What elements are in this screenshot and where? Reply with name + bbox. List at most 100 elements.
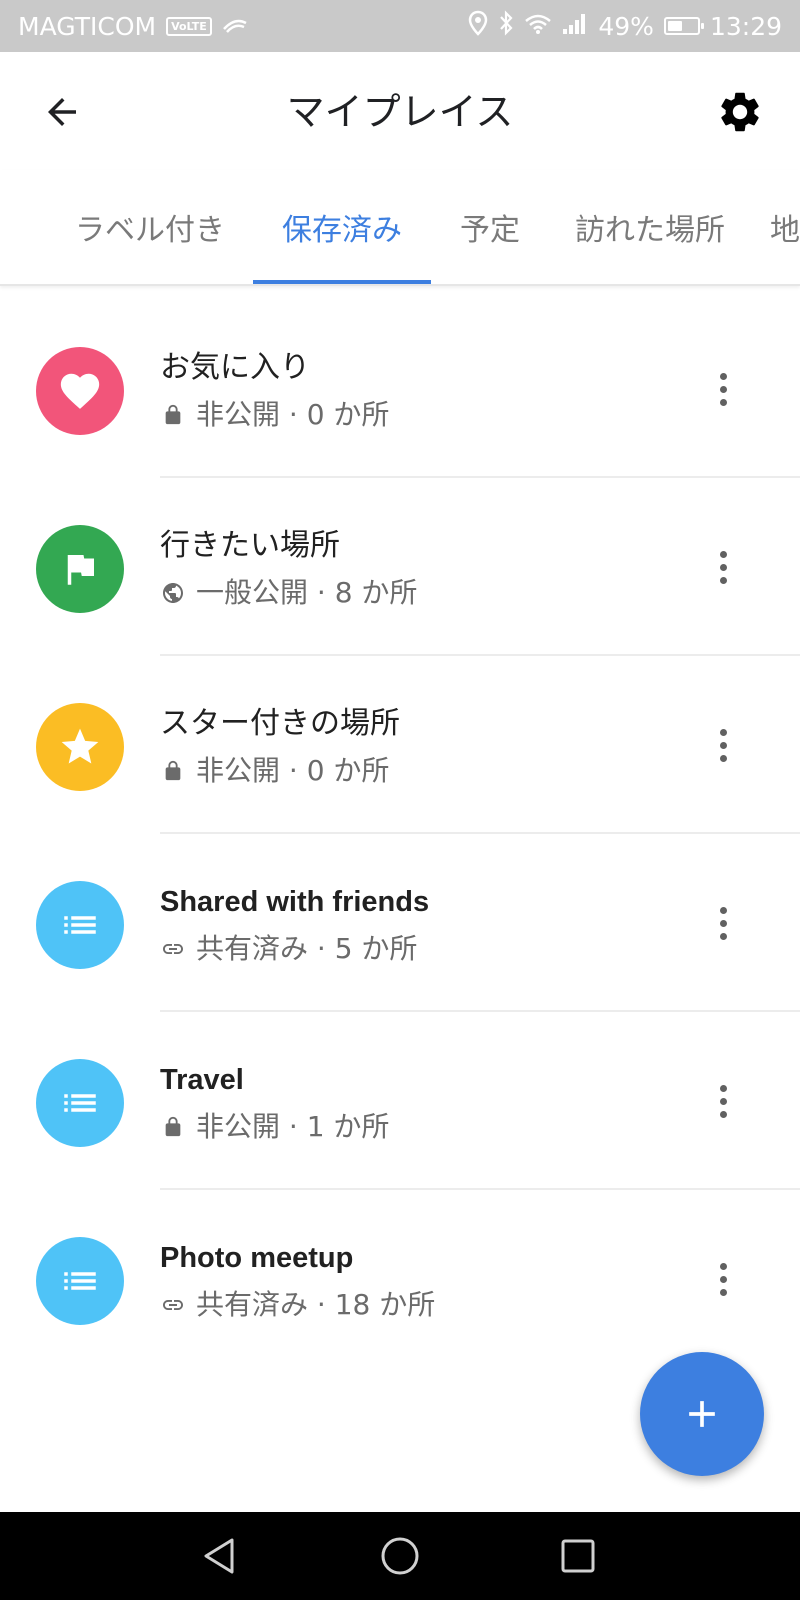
- more-vert-dot: [719, 385, 727, 393]
- list-meta-text: 非公開 · 0 か所: [196, 754, 390, 787]
- lock-icon: [160, 402, 186, 428]
- list-icon: [64, 1272, 96, 1290]
- list-title: Photo meetup: [160, 1242, 354, 1274]
- link-icon: [160, 936, 186, 962]
- tab-labeled[interactable]: ラベル付き: [60, 170, 240, 284]
- list-title: Travel: [160, 1064, 244, 1096]
- nav-home-button[interactable]: [370, 1526, 430, 1586]
- list-avatar: [36, 1059, 124, 1147]
- list-icon: [64, 916, 96, 934]
- plus-icon: [689, 1401, 715, 1427]
- more-vert-dot: [719, 919, 727, 927]
- bluetooth-icon: [498, 10, 514, 42]
- app-bar: マイプレイス: [0, 52, 800, 170]
- tab-bar: ラベル付き 保存済み 予定 訪れた場所 地: [0, 170, 800, 286]
- more-options-button[interactable]: [698, 1254, 748, 1304]
- list-title: Shared with friends: [160, 886, 430, 918]
- wifi-calling-icon: [222, 12, 248, 41]
- more-vert-dot: [719, 576, 727, 584]
- more-vert-dot: [719, 1275, 727, 1283]
- more-vert-dot: [719, 741, 727, 749]
- list-meta: 非公開 · 1 か所: [160, 1108, 389, 1146]
- list-avatar: [36, 347, 124, 435]
- wifi-icon: [524, 12, 552, 41]
- list-meta-text: 共有済み · 18 か所: [196, 1288, 436, 1321]
- active-tab-indicator: [253, 280, 431, 284]
- list-icon: [64, 1094, 96, 1112]
- list-item-favorites[interactable]: お気に入り 非公開 · 0 か所: [0, 300, 800, 478]
- lock-icon: [160, 758, 186, 784]
- list-meta: 非公開 · 0 か所: [160, 396, 389, 434]
- status-right: 49% 13:29: [468, 10, 782, 42]
- list-title: スター付きの場所: [160, 706, 400, 741]
- more-vert-dot: [719, 932, 727, 940]
- list-avatar: [36, 525, 124, 613]
- list-avatar: [36, 703, 124, 791]
- more-options-button[interactable]: [698, 1076, 748, 1126]
- list-item-travel[interactable]: Travel 非公開 · 1 か所: [0, 1012, 800, 1190]
- clock: 13:29: [709, 11, 782, 41]
- saved-lists: お気に入り 非公開 · 0 か所 行きたい場所 一般公開 · 8 か所 スター付…: [0, 300, 800, 1368]
- list-meta-text: 共有済み · 5 か所: [196, 932, 418, 965]
- list-title: お気に入り: [160, 350, 310, 385]
- list-title: 行きたい場所: [160, 528, 340, 563]
- tab-visited[interactable]: 訪れた場所: [560, 170, 740, 284]
- more-options-button[interactable]: [698, 898, 748, 948]
- gear-icon: [721, 92, 759, 132]
- tab-maps[interactable]: 地: [770, 170, 800, 284]
- volte-badge: VoLTE: [166, 16, 212, 36]
- new-list-fab[interactable]: [640, 1352, 764, 1476]
- more-vert-icon: [719, 550, 727, 558]
- tab-planned[interactable]: 予定: [446, 170, 534, 284]
- link-icon: [160, 1292, 186, 1318]
- carrier-name: MAGTICOM: [18, 11, 157, 41]
- lock-icon: [160, 1114, 186, 1140]
- list-item-starred-places[interactable]: スター付きの場所 非公開 · 0 か所: [0, 656, 800, 834]
- list-item-photo-meetup[interactable]: Photo meetup 共有済み · 18 か所: [0, 1190, 800, 1368]
- list-meta: 共有済み · 18 か所: [160, 1286, 435, 1324]
- more-vert-dot: [719, 1097, 727, 1105]
- signal-icon: [562, 12, 588, 41]
- more-vert-icon: [719, 728, 727, 736]
- more-options-button[interactable]: [698, 364, 748, 414]
- battery-level: [667, 21, 682, 31]
- more-vert-icon: [719, 906, 727, 914]
- list-meta: 非公開 · 0 か所: [160, 752, 389, 790]
- list-item-shared-with-friends[interactable]: Shared with friends 共有済み · 5 か所: [0, 834, 800, 1012]
- more-options-button[interactable]: [698, 542, 748, 592]
- heart-icon: [60, 373, 100, 409]
- settings-button[interactable]: [714, 86, 766, 138]
- list-item-want-to-go[interactable]: 行きたい場所 一般公開 · 8 か所: [0, 478, 800, 656]
- status-bar: MAGTICOM VoLTE 49% 13:29: [0, 0, 800, 52]
- more-vert-icon: [719, 1084, 727, 1092]
- list-meta: 一般公開 · 8 か所: [160, 574, 417, 612]
- more-vert-icon: [719, 1262, 727, 1270]
- flag-icon: [67, 555, 94, 585]
- nav-home-icon: [381, 1537, 419, 1575]
- system-nav-bar: [0, 1512, 800, 1600]
- tab-saved[interactable]: 保存済み: [253, 170, 431, 284]
- more-vert-dot: [719, 563, 727, 571]
- nav-recents-button[interactable]: [548, 1526, 608, 1586]
- list-meta: 共有済み · 5 か所: [160, 930, 417, 968]
- page-title: マイプレイス: [286, 90, 514, 134]
- list-meta-text: 非公開 · 1 か所: [196, 1110, 390, 1143]
- more-vert-icon: [719, 372, 727, 380]
- star-icon: [61, 728, 99, 764]
- more-options-button[interactable]: [698, 720, 748, 770]
- more-vert-dot: [719, 398, 727, 406]
- list-avatar: [36, 1237, 124, 1325]
- status-left: MAGTICOM VoLTE: [18, 12, 248, 41]
- list-meta-text: 非公開 · 0 か所: [196, 398, 390, 431]
- nav-back-button[interactable]: [190, 1526, 250, 1586]
- more-vert-dot: [719, 1288, 727, 1296]
- list-avatar: [36, 881, 124, 969]
- nav-recents-icon: [561, 1539, 595, 1573]
- nav-back-icon: [204, 1538, 234, 1574]
- more-vert-dot: [719, 1110, 727, 1118]
- list-meta-text: 一般公開 · 8 か所: [196, 576, 418, 609]
- battery-icon: [663, 17, 704, 35]
- location-icon: [468, 10, 488, 42]
- more-vert-dot: [719, 754, 727, 762]
- globe-icon: [160, 580, 186, 606]
